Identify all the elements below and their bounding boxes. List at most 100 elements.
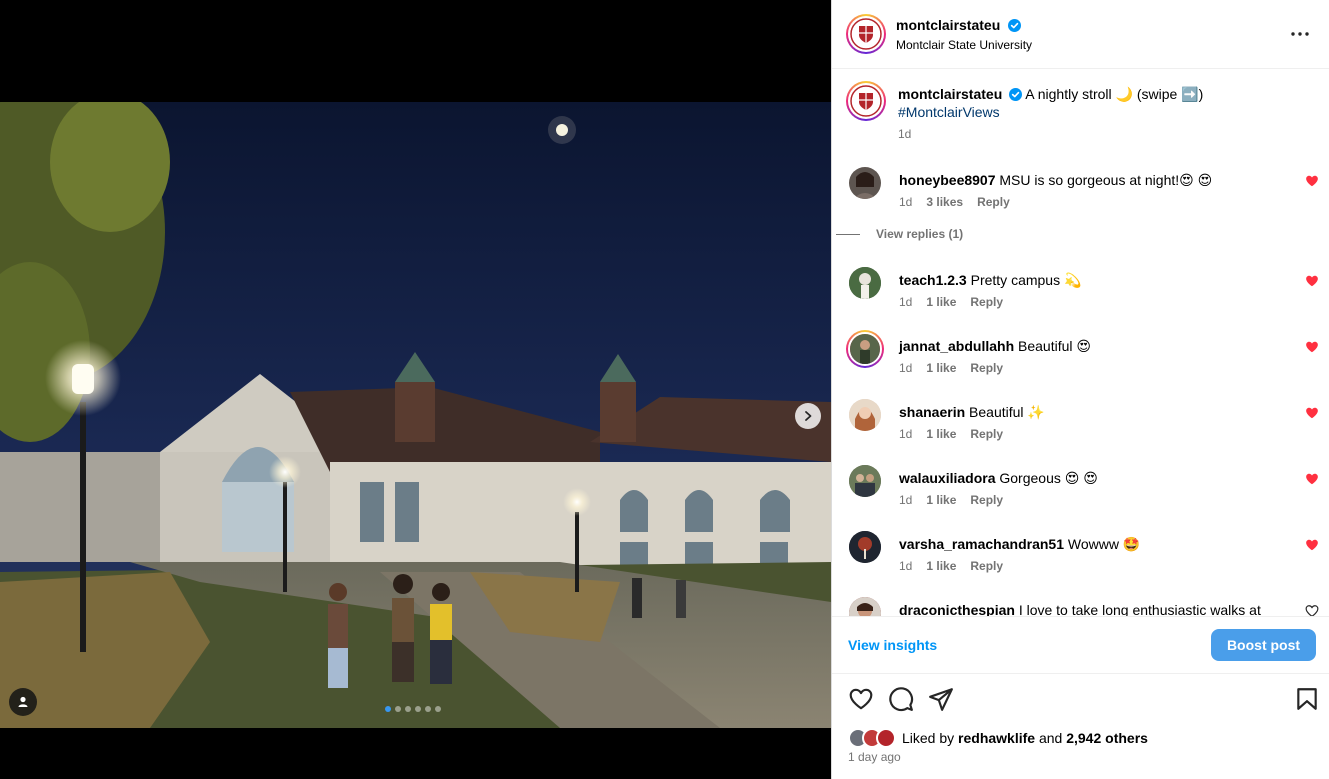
comment-time: 1d [899, 427, 913, 441]
insights-bar: View insights Boost post [832, 616, 1329, 674]
caption-username[interactable]: montclairstateu [898, 86, 1002, 102]
commenter-avatar[interactable] [846, 330, 884, 368]
commenter-avatar[interactable] [849, 267, 881, 299]
liked-by-others[interactable]: 2,942 others [1066, 730, 1148, 746]
carousel-dot [425, 706, 431, 712]
comment-username[interactable]: shanaerin [899, 404, 965, 420]
carousel-dot [435, 706, 441, 712]
author-avatar[interactable] [846, 14, 886, 54]
comment-text: Wowww 🤩 [1067, 536, 1141, 552]
next-media-button[interactable] [795, 403, 821, 429]
post-age: 1 day ago [848, 750, 901, 764]
comment-time: 1d [899, 559, 913, 573]
comment-username[interactable]: draconicthespian [899, 602, 1015, 616]
caption-text: A nightly stroll 🌙 (swipe ➡️) [1025, 86, 1204, 102]
reply-button[interactable]: Reply [970, 361, 1003, 375]
post-side-panel: montclairstateu Montclair State Universi… [831, 0, 1329, 779]
comment-username[interactable]: walauxiliadora [899, 470, 995, 486]
comments-list[interactable]: montclairstateu A nightly stroll 🌙 (swip… [832, 69, 1329, 616]
reply-button[interactable]: Reply [970, 427, 1003, 441]
carousel-dot [415, 706, 421, 712]
more-options-button[interactable] [1288, 22, 1312, 46]
next-arrow-icon [805, 411, 812, 421]
carousel-dot [385, 706, 391, 712]
comment-time: 1d [899, 195, 913, 209]
verified-badge-icon [1007, 18, 1021, 32]
commenter-avatar[interactable] [849, 531, 881, 563]
comment-username[interactable]: varsha_ramachandran51 [899, 536, 1064, 552]
comment-text: Beautiful 😍 [1018, 338, 1091, 354]
bookmark-icon[interactable] [1294, 686, 1320, 712]
comment-item: varsha_ramachandran51 Wowww 🤩 1d 1 like … [849, 531, 1319, 573]
post-photo[interactable] [0, 102, 831, 728]
heart-icon[interactable] [1305, 274, 1319, 288]
comment-item: walauxiliadora Gorgeous 😍 😍 1d 1 like Re… [849, 465, 1319, 507]
commenter-avatar[interactable] [849, 167, 881, 199]
caption-author-avatar[interactable] [846, 81, 886, 121]
commenter-avatar[interactable] [849, 597, 881, 616]
post-viewer: montclairstateu Montclair State Universi… [0, 0, 1329, 779]
comment-likes[interactable]: 1 like [926, 361, 956, 375]
university-crest-logo [850, 85, 882, 117]
commenter-avatar[interactable] [849, 465, 881, 497]
comment-icon[interactable] [888, 686, 914, 712]
comment-likes[interactable]: 3 likes [926, 195, 963, 209]
comment-item: shanaerin Beautiful ✨ 1d 1 like Reply [849, 399, 1319, 441]
comment-item: draconicthespian I love to take long ent… [849, 597, 1319, 616]
liker-avatar [876, 728, 896, 748]
post-caption: montclairstateu A nightly stroll 🌙 (swip… [846, 81, 1316, 143]
comment-text: Beautiful ✨ [969, 404, 1045, 420]
heart-icon[interactable] [1305, 538, 1319, 552]
comment-item: honeybee8907 MSU is so gorgeous at night… [836, 167, 1319, 241]
like-heart-icon[interactable] [848, 686, 874, 712]
comment-username[interactable]: teach1.2.3 [899, 272, 967, 288]
share-icon[interactable] [928, 686, 954, 712]
liked-by-and: and [1038, 730, 1063, 746]
user-tag-icon [18, 696, 28, 707]
reply-button[interactable]: Reply [970, 295, 1003, 309]
reply-button[interactable]: Reply [977, 195, 1010, 209]
caption-hashtag[interactable]: #MontclairViews [898, 104, 1000, 120]
reply-button[interactable]: Reply [970, 559, 1003, 573]
commenter-avatar[interactable] [849, 399, 881, 431]
heart-icon[interactable] [1305, 174, 1319, 188]
comment-text: Gorgeous 😍 😍 [999, 470, 1098, 486]
more-options-icon [1291, 32, 1309, 36]
heart-icon[interactable] [1305, 340, 1319, 354]
boost-post-button[interactable]: Boost post [1211, 629, 1316, 661]
carousel-dot [395, 706, 401, 712]
author-username[interactable]: montclairstateu [896, 17, 1000, 33]
university-crest-logo [850, 18, 882, 50]
comment-likes[interactable]: 1 like [926, 493, 956, 507]
liked-by-prefix: Liked by [902, 730, 955, 746]
heart-icon[interactable] [1305, 406, 1319, 420]
view-insights-link[interactable]: View insights [848, 637, 937, 653]
comment-item: teach1.2.3 Pretty campus 💫 1d 1 like Rep… [849, 267, 1319, 309]
comment-item: jannat_abdullahh Beautiful 😍 1d 1 like R… [846, 330, 1319, 375]
comment-text: MSU is so gorgeous at night!😍 😍 [999, 172, 1213, 188]
carousel-dot [405, 706, 411, 712]
caption-time: 1d [898, 127, 912, 141]
campus-night-photo [0, 102, 831, 728]
liked-by-row: Liked by redhawklife and 2,942 others [848, 728, 1148, 748]
comment-time: 1d [899, 361, 913, 375]
user-tag-button[interactable] [9, 688, 37, 716]
liked-by-user[interactable]: redhawklife [958, 730, 1035, 746]
verified-badge-icon [1009, 88, 1023, 101]
liked-by-avatars[interactable] [848, 728, 896, 748]
comment-text: I love to take long enthusiastic walks a… [1018, 602, 1261, 616]
heart-outline-icon[interactable] [1305, 604, 1319, 616]
action-bar [832, 686, 1329, 714]
comment-time: 1d [899, 493, 913, 507]
comment-username[interactable]: honeybee8907 [899, 172, 996, 188]
heart-icon[interactable] [1305, 472, 1319, 486]
comment-username[interactable]: jannat_abdullahh [899, 338, 1014, 354]
comment-likes[interactable]: 1 like [926, 295, 956, 309]
comment-likes[interactable]: 1 like [926, 559, 956, 573]
reply-button[interactable]: Reply [970, 493, 1003, 507]
view-replies-button[interactable]: View replies (1) [836, 227, 963, 241]
media-area [0, 0, 831, 779]
post-header: montclairstateu Montclair State Universi… [832, 0, 1329, 69]
comment-likes[interactable]: 1 like [926, 427, 956, 441]
author-full-name: Montclair State University [896, 37, 1033, 52]
